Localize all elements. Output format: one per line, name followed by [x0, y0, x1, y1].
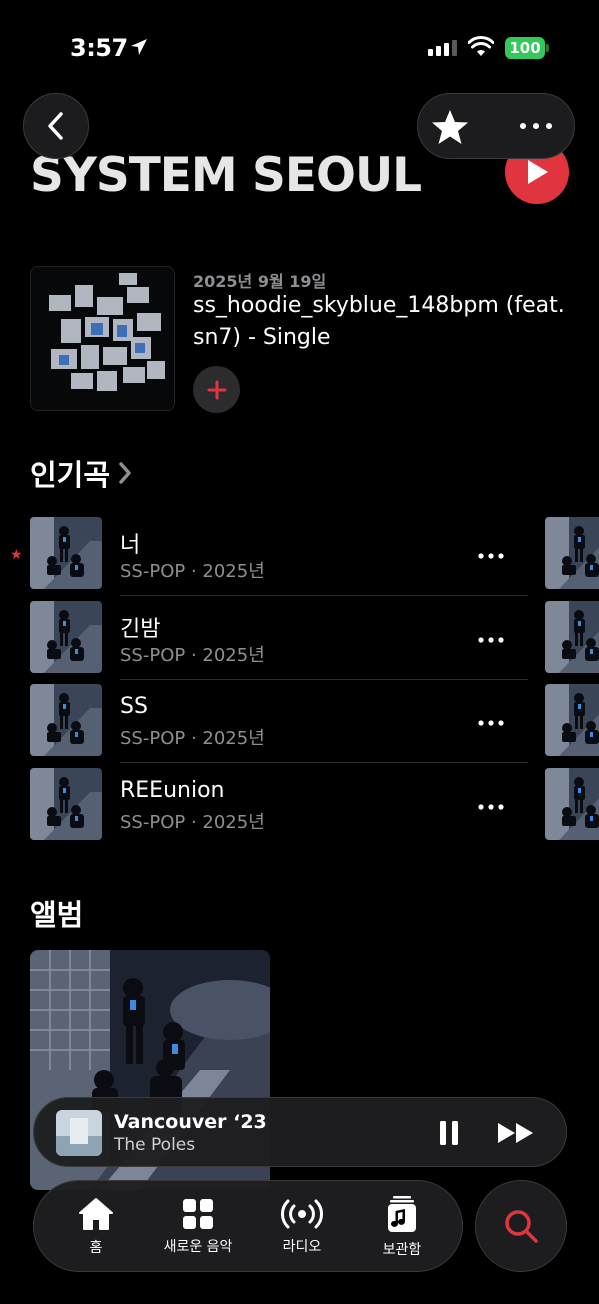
- now-playing-title: Vancouver ‘23: [114, 1111, 267, 1133]
- song-more-button[interactable]: [475, 708, 507, 732]
- chevron-right-icon: [119, 462, 131, 484]
- song-title: REEunion: [120, 778, 225, 803]
- star-icon: [432, 110, 468, 144]
- song-more-button[interactable]: [475, 625, 507, 649]
- favorite-button[interactable]: [430, 108, 470, 146]
- wifi-icon: [468, 36, 494, 56]
- tab-radio[interactable]: 라디오: [264, 1181, 340, 1273]
- albums-heading: 앨범: [30, 898, 84, 932]
- more-icon: [478, 544, 504, 563]
- grid-icon: [183, 1199, 213, 1229]
- more-icon: [478, 628, 504, 647]
- artist-title: SYSTEM SEOUL: [30, 148, 422, 203]
- radio-icon: [281, 1199, 323, 1229]
- song-row[interactable]: REEunion SS-POP · 2025년: [0, 768, 599, 852]
- song-artwork: [30, 601, 102, 673]
- tab-search[interactable]: [475, 1180, 567, 1272]
- more-icon: [520, 123, 552, 129]
- song-artwork: [30, 684, 102, 756]
- add-to-library-button[interactable]: [193, 366, 240, 413]
- tab-library-label: 보관함: [382, 1242, 422, 1258]
- more-icon: [478, 711, 504, 730]
- latest-release-artwork[interactable]: [30, 266, 175, 411]
- chevron-left-icon: [48, 112, 63, 140]
- song-meta: SS-POP · 2025년: [120, 812, 265, 833]
- song-more-button[interactable]: [475, 541, 507, 565]
- tab-library[interactable]: 보관함: [364, 1181, 440, 1273]
- tab-new-music-label: 새로운 음악: [163, 1239, 233, 1255]
- fast-forward-icon: [498, 1123, 533, 1143]
- divider: [120, 762, 528, 763]
- plus-icon: [207, 380, 226, 399]
- popular-songs-heading: 인기곡: [30, 458, 111, 492]
- pause-icon: [440, 1121, 458, 1145]
- divider: [120, 679, 528, 680]
- play-icon: [528, 160, 548, 184]
- back-button[interactable]: [23, 93, 89, 159]
- now-playing-artist: The Poles: [114, 1135, 196, 1155]
- song-row[interactable]: 긴밤 SS-POP · 2025년: [0, 601, 599, 685]
- battery-tip: [546, 44, 549, 52]
- tab-radio-label: 라디오: [282, 1239, 322, 1255]
- song-row[interactable]: ★ 너 SS-POP · 2025년: [0, 517, 599, 601]
- now-playing-bar[interactable]: Vancouver ‘23 The Poles: [33, 1097, 567, 1167]
- cellular-signal-icon: [428, 40, 457, 56]
- divider: [120, 595, 528, 596]
- home-icon: [79, 1198, 113, 1230]
- next-column-artwork: [545, 517, 599, 589]
- popular-songs-header[interactable]: 인기곡: [30, 452, 132, 494]
- song-artwork: [30, 768, 102, 840]
- search-icon: [505, 1210, 538, 1243]
- skip-forward-button[interactable]: [494, 1118, 538, 1148]
- release-date: 2025년 9월 19일: [193, 272, 327, 291]
- battery-indicator: 100: [505, 37, 545, 59]
- pause-button[interactable]: [434, 1118, 464, 1148]
- song-meta: SS-POP · 2025년: [120, 728, 265, 749]
- song-artwork: [30, 517, 102, 589]
- status-time: 3:57: [70, 34, 128, 62]
- song-meta: SS-POP · 2025년: [120, 561, 265, 582]
- next-column-artwork: [545, 601, 599, 673]
- song-title: 너: [120, 533, 141, 558]
- location-arrow-icon: [131, 39, 147, 55]
- more-options-button[interactable]: [514, 114, 558, 138]
- tab-home[interactable]: 홈: [56, 1181, 136, 1273]
- song-row[interactable]: SS SS-POP · 2025년: [0, 684, 599, 768]
- now-playing-artwork: [56, 1110, 102, 1156]
- collage-artwork: [31, 267, 174, 410]
- song-title: 긴밤: [120, 617, 161, 642]
- more-icon: [478, 795, 504, 814]
- next-column-artwork: [545, 768, 599, 840]
- tab-home-label: 홈: [89, 1240, 103, 1256]
- actions-pill: [417, 93, 575, 159]
- release-title[interactable]: ss_hoodie_skyblue_148bpm (feat. sn7) - S…: [193, 290, 578, 354]
- song-title: SS: [120, 694, 148, 719]
- library-icon: [388, 1196, 416, 1232]
- favorite-star-icon: ★: [10, 547, 23, 563]
- song-more-button[interactable]: [475, 792, 507, 816]
- tab-new-music[interactable]: 새로운 음악: [150, 1181, 246, 1273]
- next-column-artwork: [545, 684, 599, 756]
- tab-bar: 홈 새로운 음악 라디오 보관함: [33, 1180, 463, 1272]
- song-meta: SS-POP · 2025년: [120, 645, 265, 666]
